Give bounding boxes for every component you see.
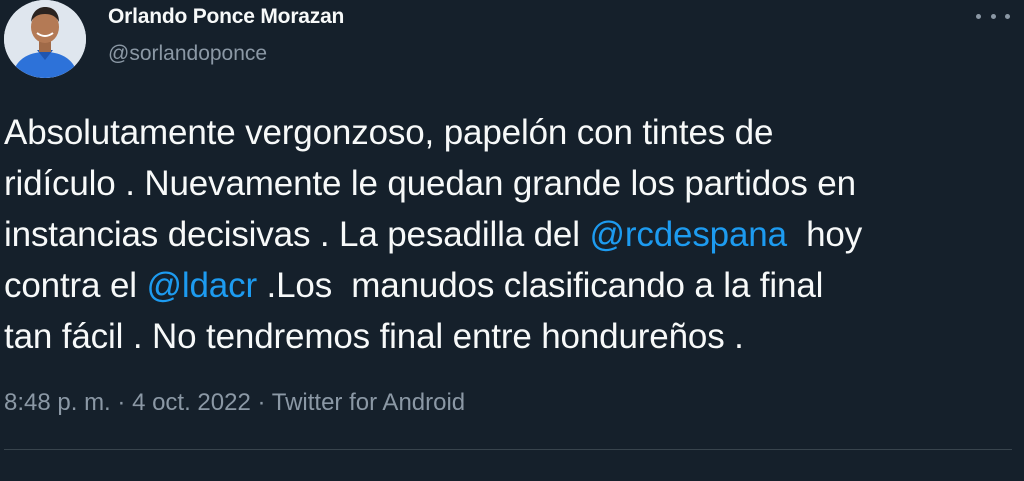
mention-link-ldacr[interactable]: @ldacr	[146, 266, 257, 305]
tweet-text-segment: instancias decisivas . La pesadilla del	[4, 215, 590, 254]
tweet-text-segment: tan fácil . No tendremos final entre hon…	[4, 317, 744, 356]
tweet-text: Absolutamente vergonzoso, papelón con ti…	[4, 107, 1014, 362]
user-avatar-icon	[4, 0, 86, 78]
more-dot	[990, 13, 996, 19]
tweet-line: contra el @ldacr .Los manudos clasifican…	[4, 260, 1014, 311]
author-handle[interactable]: @sorlandoponce	[108, 41, 344, 67]
author-display-name[interactable]: Orlando Ponce Morazan	[108, 4, 344, 30]
tweet-text-segment: .Los manudos clasificando a la final	[256, 266, 824, 305]
author-block: Orlando Ponce Morazan @sorlandoponce	[108, 4, 344, 67]
meta-separator: ·	[110, 389, 133, 416]
tweet-line: Absolutamente vergonzoso, papelón con ti…	[4, 107, 1014, 158]
tweet-metadata: 8:48 p. m. · 4 oct. 2022 · Twitter for A…	[4, 388, 465, 418]
tweet-source[interactable]: Twitter for Android	[272, 389, 465, 416]
tweet-line: ridículo . Nuevamente le quedan grande l…	[4, 158, 1014, 209]
more-options-icon[interactable]	[976, 6, 1010, 26]
tweet-line: instancias decisivas . La pesadilla del …	[4, 209, 1014, 260]
tweet-card: Orlando Ponce Morazan @sorlandoponce Abs…	[0, 0, 1024, 481]
tweet-text-segment: hoy	[786, 215, 863, 254]
more-dot	[976, 13, 981, 19]
more-dot	[1005, 13, 1010, 19]
meta-separator: ·	[250, 389, 272, 416]
divider	[4, 449, 1012, 450]
tweet-text-segment: contra el	[4, 266, 147, 305]
mention-link-rcdespana[interactable]: @rcdespana	[589, 215, 787, 254]
tweet-text-segment: ridículo . Nuevamente le quedan grande l…	[4, 164, 856, 203]
avatar[interactable]	[4, 0, 86, 78]
tweet-line: tan fácil . No tendremos final entre hon…	[4, 311, 1014, 362]
tweet-text-segment: Absolutamente vergonzoso, papelón con ti…	[4, 113, 774, 152]
tweet-time[interactable]: 8:48 p. m.	[4, 389, 111, 416]
tweet-date[interactable]: 4 oct. 2022	[132, 389, 251, 416]
